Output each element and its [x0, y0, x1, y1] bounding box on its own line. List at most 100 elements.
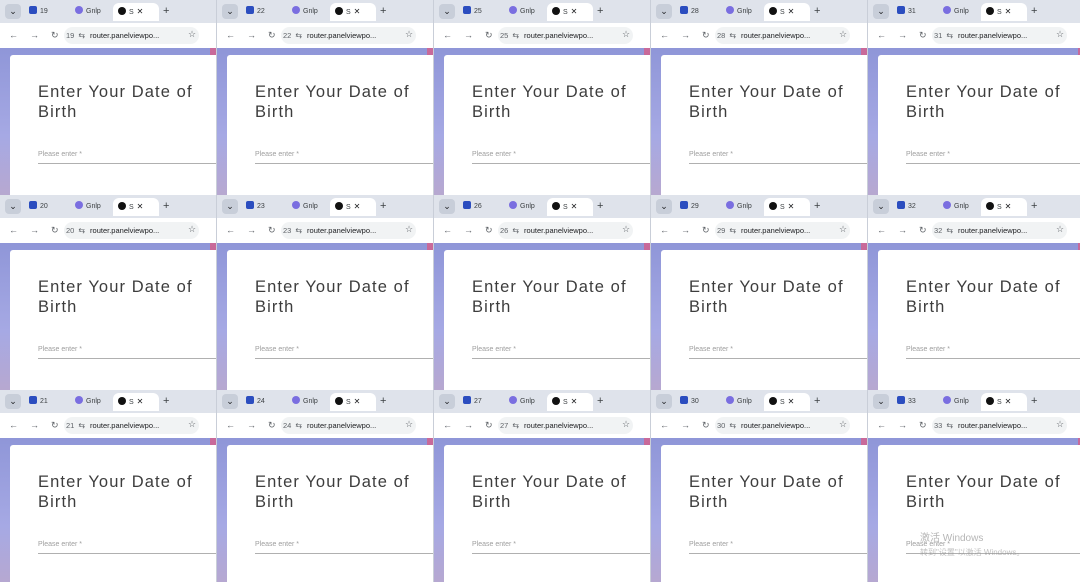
tab-active[interactable]: S ✕: [330, 393, 376, 411]
forward-arrow-icon[interactable]: →: [681, 29, 690, 41]
close-tab-icon[interactable]: ✕: [571, 397, 578, 406]
tab-number[interactable]: 33: [892, 393, 936, 411]
tab-active[interactable]: S ✕: [764, 393, 810, 411]
back-arrow-icon[interactable]: ←: [443, 224, 452, 236]
close-tab-icon[interactable]: ✕: [354, 7, 361, 16]
tab-active[interactable]: S ✕: [547, 3, 593, 21]
tab-number[interactable]: 24: [241, 393, 285, 411]
back-arrow-icon[interactable]: ←: [877, 29, 886, 41]
close-tab-icon[interactable]: ✕: [571, 7, 578, 16]
bookmark-star-icon[interactable]: ☆: [405, 224, 413, 235]
close-tab-icon[interactable]: ✕: [571, 202, 578, 211]
tab-gnlp[interactable]: Gnlp: [504, 3, 544, 21]
tab-number[interactable]: 29: [675, 198, 719, 216]
reload-icon[interactable]: ↻: [919, 419, 927, 431]
back-arrow-icon[interactable]: ←: [226, 29, 235, 41]
forward-arrow-icon[interactable]: →: [898, 29, 907, 41]
tab-gnlp[interactable]: Gnlp: [287, 3, 327, 21]
back-arrow-icon[interactable]: ←: [226, 224, 235, 236]
new-tab-icon[interactable]: +: [380, 3, 386, 19]
tab-gnlp[interactable]: Gnlp: [504, 198, 544, 216]
forward-arrow-icon[interactable]: →: [464, 224, 473, 236]
reload-icon[interactable]: ↻: [702, 419, 710, 431]
tab-number[interactable]: 31: [892, 3, 936, 21]
dob-input[interactable]: Please enter *: [255, 346, 299, 353]
site-settings-icon[interactable]: ⇆: [946, 226, 953, 235]
forward-arrow-icon[interactable]: →: [898, 419, 907, 431]
close-tab-icon[interactable]: ✕: [354, 202, 361, 211]
new-tab-icon[interactable]: +: [163, 198, 169, 214]
tab-active[interactable]: S ✕: [113, 393, 159, 411]
url-field[interactable]: 28 ⇆ router.panelviewpo...: [715, 27, 850, 44]
tab-gnlp[interactable]: Gnlp: [721, 393, 761, 411]
dob-input[interactable]: Please enter *: [38, 151, 82, 158]
bookmark-star-icon[interactable]: ☆: [1056, 224, 1064, 235]
tab-search-chevron-icon[interactable]: ⌄: [222, 199, 238, 214]
site-settings-icon[interactable]: ⇆: [78, 226, 85, 235]
dob-input[interactable]: Please enter *: [472, 346, 516, 353]
bookmark-star-icon[interactable]: ☆: [622, 224, 630, 235]
tab-search-chevron-icon[interactable]: ⌄: [656, 394, 672, 409]
dob-input[interactable]: Please enter *: [472, 541, 516, 548]
url-field[interactable]: 21 ⇆ router.panelviewpo...: [64, 417, 199, 434]
tab-gnlp[interactable]: Gnlp: [70, 198, 110, 216]
bookmark-star-icon[interactable]: ☆: [839, 29, 847, 40]
bookmark-star-icon[interactable]: ☆: [1056, 419, 1064, 430]
tab-number[interactable]: 19: [24, 3, 68, 21]
tab-search-chevron-icon[interactable]: ⌄: [873, 199, 889, 214]
new-tab-icon[interactable]: +: [597, 393, 603, 409]
back-arrow-icon[interactable]: ←: [9, 419, 18, 431]
close-tab-icon[interactable]: ✕: [1005, 7, 1012, 16]
forward-arrow-icon[interactable]: →: [247, 419, 256, 431]
bookmark-star-icon[interactable]: ☆: [188, 419, 196, 430]
dob-input[interactable]: Please enter *: [472, 151, 516, 158]
tab-number[interactable]: 27: [458, 393, 502, 411]
site-settings-icon[interactable]: ⇆: [946, 421, 953, 430]
url-field[interactable]: 31 ⇆ router.panelviewpo...: [932, 27, 1067, 44]
close-tab-icon[interactable]: ✕: [354, 397, 361, 406]
bookmark-star-icon[interactable]: ☆: [839, 419, 847, 430]
bookmark-star-icon[interactable]: ☆: [622, 29, 630, 40]
reload-icon[interactable]: ↻: [268, 419, 276, 431]
tab-search-chevron-icon[interactable]: ⌄: [439, 4, 455, 19]
site-settings-icon[interactable]: ⇆: [729, 421, 736, 430]
bookmark-star-icon[interactable]: ☆: [405, 419, 413, 430]
back-arrow-icon[interactable]: ←: [443, 419, 452, 431]
site-settings-icon[interactable]: ⇆: [295, 31, 302, 40]
site-settings-icon[interactable]: ⇆: [295, 421, 302, 430]
tab-gnlp[interactable]: Gnlp: [504, 393, 544, 411]
dob-input[interactable]: Please enter *: [38, 346, 82, 353]
url-field[interactable]: 19 ⇆ router.panelviewpo...: [64, 27, 199, 44]
back-arrow-icon[interactable]: ←: [877, 224, 886, 236]
tab-gnlp[interactable]: Gnlp: [287, 393, 327, 411]
close-tab-icon[interactable]: ✕: [1005, 202, 1012, 211]
tab-gnlp[interactable]: Gnlp: [721, 198, 761, 216]
tab-active[interactable]: S ✕: [981, 3, 1027, 21]
dob-input[interactable]: Please enter *: [906, 346, 950, 353]
tab-active[interactable]: S ✕: [764, 3, 810, 21]
url-field[interactable]: 26 ⇆ router.panelviewpo...: [498, 222, 633, 239]
tab-gnlp[interactable]: Gnlp: [938, 3, 978, 21]
dob-input[interactable]: Please enter *: [255, 541, 299, 548]
tab-active[interactable]: S ✕: [330, 198, 376, 216]
close-tab-icon[interactable]: ✕: [1005, 397, 1012, 406]
forward-arrow-icon[interactable]: →: [247, 29, 256, 41]
reload-icon[interactable]: ↻: [485, 224, 493, 236]
dob-input[interactable]: Please enter *: [689, 151, 733, 158]
tab-search-chevron-icon[interactable]: ⌄: [222, 394, 238, 409]
forward-arrow-icon[interactable]: →: [898, 224, 907, 236]
dob-input[interactable]: Please enter *: [689, 346, 733, 353]
reload-icon[interactable]: ↻: [702, 224, 710, 236]
reload-icon[interactable]: ↻: [919, 224, 927, 236]
close-tab-icon[interactable]: ✕: [137, 202, 144, 211]
tab-number[interactable]: 22: [241, 3, 285, 21]
forward-arrow-icon[interactable]: →: [681, 419, 690, 431]
site-settings-icon[interactable]: ⇆: [295, 226, 302, 235]
forward-arrow-icon[interactable]: →: [30, 29, 39, 41]
site-settings-icon[interactable]: ⇆: [729, 226, 736, 235]
back-arrow-icon[interactable]: ←: [660, 29, 669, 41]
url-field[interactable]: 24 ⇆ router.panelviewpo...: [281, 417, 416, 434]
tab-active[interactable]: S ✕: [981, 393, 1027, 411]
reload-icon[interactable]: ↻: [702, 29, 710, 41]
tab-gnlp[interactable]: Gnlp: [938, 198, 978, 216]
